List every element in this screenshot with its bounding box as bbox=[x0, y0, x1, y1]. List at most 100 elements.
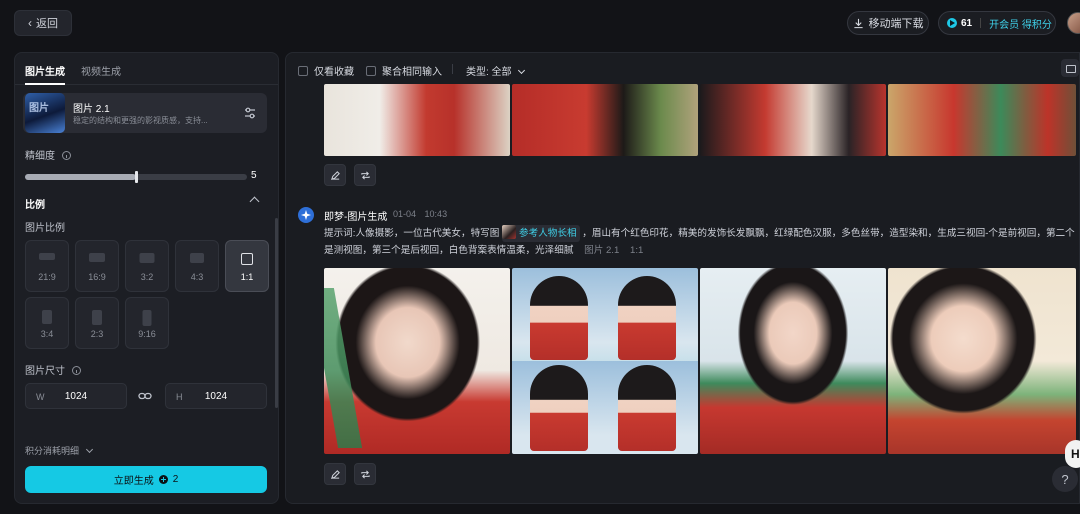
back-button[interactable]: ‹ 返回 bbox=[14, 10, 72, 36]
detail-value: 5 bbox=[251, 170, 257, 181]
ratio-shape-icon bbox=[92, 310, 102, 325]
ratio-option[interactable]: 16:9 bbox=[75, 240, 119, 292]
merge-same-input-checkbox[interactable]: 聚合相同输入 bbox=[366, 63, 442, 78]
ratio-label: 9:16 bbox=[138, 329, 156, 339]
ratio-shape-icon bbox=[142, 310, 152, 326]
edit-button[interactable] bbox=[324, 164, 346, 186]
generation-settings-panel: 图片生成 视频生成 图片 图片 2.1 稳定的结构和更强的影视质感，支持... … bbox=[14, 52, 279, 504]
back-label: 返回 bbox=[36, 18, 58, 30]
generated-image[interactable] bbox=[700, 84, 886, 156]
type-filter-label: 类型: 全部 bbox=[466, 67, 512, 78]
slider-handle[interactable] bbox=[135, 171, 138, 183]
floating-assistant-button[interactable]: H bbox=[1065, 440, 1080, 468]
credits-badge[interactable]: 61 开会员 得积分 bbox=[938, 11, 1056, 35]
ratio-shape-icon bbox=[89, 253, 105, 262]
chevron-left-icon: ‹ bbox=[28, 16, 32, 30]
panel-scrollbar[interactable] bbox=[275, 218, 278, 408]
ratio-label: 21:9 bbox=[38, 272, 56, 282]
top-bar: ‹ 返回 移动端下载 61 开会员 得积分 bbox=[0, 0, 1080, 46]
model-selector[interactable]: 图片 图片 2.1 稳定的结构和更强的影视质感，支持... bbox=[23, 93, 267, 133]
mode-tabs: 图片生成 视频生成 bbox=[15, 53, 278, 85]
ratio-label: 3:4 bbox=[40, 329, 54, 339]
mobile-download-button[interactable]: 移动端下载 bbox=[847, 11, 929, 35]
generation-title: 即梦-图片生成 bbox=[324, 212, 388, 223]
generate-button[interactable]: 立即生成 2 bbox=[25, 466, 267, 493]
cost-details-toggle[interactable]: 积分消耗明细 bbox=[25, 444, 93, 457]
divider bbox=[980, 18, 982, 28]
results-panel: 仅看收藏 聚合相同输入 类型: 全部 即梦-图片生成 01-04 10:43 提… bbox=[285, 52, 1080, 504]
reference-thumbnail bbox=[502, 225, 517, 239]
slider-fill bbox=[25, 174, 136, 180]
model-name: 图片 2.1 bbox=[73, 104, 110, 115]
model-tag: 图片 2.1 bbox=[584, 245, 620, 256]
generation-timestamp: 01-04 10:43 bbox=[393, 209, 447, 219]
ratio-label: 3:2 bbox=[140, 272, 154, 282]
ratio-option[interactable]: 9:16 bbox=[125, 297, 169, 349]
width-input[interactable]: W 1024 bbox=[25, 383, 127, 409]
chevron-down-icon bbox=[518, 66, 526, 75]
cost-label: 积分消耗明细 bbox=[25, 446, 80, 456]
link-icon[interactable] bbox=[138, 390, 152, 402]
pencil-icon bbox=[330, 469, 340, 479]
figure-right-top bbox=[618, 276, 676, 360]
help-button[interactable]: ? bbox=[1052, 466, 1078, 492]
folder-icon[interactable] bbox=[1061, 59, 1079, 77]
ratio-section-title[interactable]: 比例 bbox=[25, 196, 45, 211]
chevron-up-icon[interactable] bbox=[249, 196, 260, 207]
dreamina-logo-icon bbox=[298, 207, 314, 223]
chevron-down-icon bbox=[85, 445, 93, 454]
ratio-label: 1:1 bbox=[240, 272, 254, 282]
ratio-label: 2:3 bbox=[90, 329, 104, 339]
detail-label: 精细度 bbox=[25, 151, 55, 162]
generated-image[interactable] bbox=[700, 268, 886, 454]
size-label-row: 图片尺寸 bbox=[25, 362, 81, 377]
adjust-settings-icon[interactable] bbox=[243, 106, 257, 120]
regenerate-button[interactable] bbox=[354, 463, 376, 485]
prompt-text[interactable]: 提示词:人像摄影，一位古代美女，特写图 参考人物长相 ，眉山有个红色印花，精美的… bbox=[324, 225, 1076, 259]
generation-date: 01-04 bbox=[393, 209, 417, 219]
model-thumbnail: 图片 bbox=[25, 93, 65, 133]
prompt-prefix: 提示词:人像摄影，一位古代美女，特写图 bbox=[324, 228, 500, 239]
tab-image-generation[interactable]: 图片生成 bbox=[25, 63, 65, 78]
avatar[interactable] bbox=[1067, 12, 1080, 34]
generated-image[interactable] bbox=[324, 268, 510, 454]
ratio-option[interactable]: 4:3 bbox=[175, 240, 219, 292]
ratio-option[interactable]: 2:3 bbox=[75, 297, 119, 349]
generated-image[interactable] bbox=[888, 268, 1076, 454]
favorites-only-checkbox[interactable]: 仅看收藏 bbox=[298, 63, 354, 78]
membership-link[interactable]: 开会员 得积分 bbox=[989, 16, 1052, 31]
credit-plus-icon bbox=[158, 475, 168, 484]
figure-left-top bbox=[530, 276, 588, 360]
regenerate-button[interactable] bbox=[354, 164, 376, 186]
filter-bar: 仅看收藏 聚合相同输入 类型: 全部 bbox=[286, 53, 1079, 85]
generated-image[interactable] bbox=[324, 84, 510, 156]
ratio-option[interactable]: 1:1 bbox=[225, 240, 269, 292]
figure-left-bottom bbox=[530, 365, 588, 451]
height-input[interactable]: H 1024 bbox=[165, 383, 267, 409]
info-icon[interactable] bbox=[61, 151, 71, 160]
generation-time: 10:43 bbox=[424, 209, 448, 219]
ratio-option[interactable]: 3:4 bbox=[25, 297, 69, 349]
figure-right-bottom bbox=[618, 365, 676, 451]
reference-chip-label: 参考人物长相 bbox=[519, 228, 577, 239]
repeat-icon bbox=[360, 469, 370, 479]
ratio-label: 16:9 bbox=[88, 272, 106, 282]
reference-image-chip[interactable]: 参考人物长相 bbox=[502, 225, 580, 242]
generated-image[interactable] bbox=[888, 84, 1076, 156]
ratio-shape-icon bbox=[190, 253, 204, 263]
generated-image[interactable] bbox=[512, 84, 698, 156]
favorites-only-label: 仅看收藏 bbox=[314, 67, 354, 78]
tab-video-generation[interactable]: 视频生成 bbox=[81, 63, 121, 78]
info-icon[interactable] bbox=[71, 366, 81, 375]
type-filter-dropdown[interactable]: 类型: 全部 bbox=[466, 63, 526, 78]
model-thumbnail-text: 图片 bbox=[29, 103, 49, 114]
detail-slider[interactable] bbox=[25, 171, 247, 183]
ratio-tag: 1:1 bbox=[629, 245, 644, 256]
size-label: 图片尺寸 bbox=[25, 366, 65, 377]
generated-image[interactable] bbox=[512, 268, 698, 454]
ratio-sub-label: 图片比例 bbox=[25, 223, 65, 234]
ratio-option[interactable]: 21:9 bbox=[25, 240, 69, 292]
width-value: 1024 bbox=[64, 391, 88, 402]
ratio-option[interactable]: 3:2 bbox=[125, 240, 169, 292]
edit-button[interactable] bbox=[324, 463, 346, 485]
